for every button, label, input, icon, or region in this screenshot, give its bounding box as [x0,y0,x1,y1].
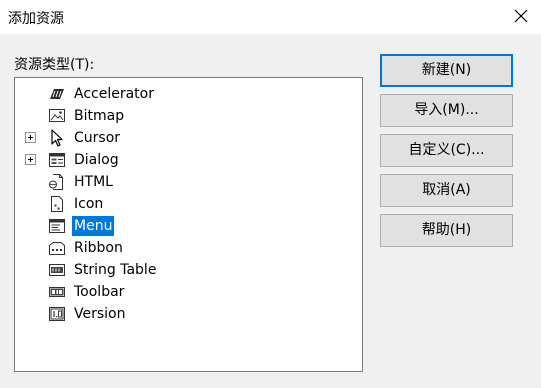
tree-item-cursor[interactable]: Cursor [15,127,362,149]
title-bar: 添加资源 [0,0,541,34]
tree-item-html[interactable]: HTML [15,171,362,193]
cancel-button[interactable]: 取消(A) [380,174,513,207]
resource-type-tree[interactable]: Accelerator Bitmap Cursor Dialog HTML Ic… [14,77,363,372]
tree-item-label: Bitmap [74,108,125,124]
resource-type-label: 资源类型(T): [14,57,95,73]
tree-item-label: Menu [70,215,116,237]
new-button[interactable]: 新建(N) [380,54,513,87]
close-button[interactable] [511,6,531,26]
import-button[interactable]: 导入(M)... [380,94,513,127]
string-table-icon [48,261,66,279]
tree-item-icon[interactable]: Icon [15,193,362,215]
expand-icon[interactable] [25,154,36,165]
tree-item-toolbar[interactable]: Toolbar [15,281,362,303]
html-icon [48,173,66,191]
tree-item-label: String Table [74,262,157,278]
cursor-icon [48,129,66,147]
tree-item-bitmap[interactable]: Bitmap [15,105,362,127]
menu-icon [48,217,66,235]
tree-item-label: Ribbon [74,240,123,256]
tree-item-label: Accelerator [74,86,154,102]
version-icon [48,305,66,323]
tree-item-label: HTML [74,174,113,190]
tree-item-dialog[interactable]: Dialog [15,149,362,171]
accelerator-icon [48,85,66,103]
tree-item-label: Version [74,306,126,322]
tree-item-accelerator[interactable]: Accelerator [15,83,362,105]
dialog-icon [48,151,66,169]
bitmap-icon [48,107,66,125]
tree-item-string-table[interactable]: String Table [15,259,362,281]
tree-item-ribbon[interactable]: Ribbon [15,237,362,259]
toolbar-icon [48,283,66,301]
tree-item-label: Cursor [74,130,121,146]
icon-resource-icon [48,195,66,213]
tree-item-label: Icon [74,196,104,212]
help-button[interactable]: 帮助(H) [380,214,513,247]
window-title: 添加资源 [8,11,64,27]
close-icon [514,9,528,23]
ribbon-icon [48,239,66,257]
dialog-client: 资源类型(T): Accelerator Bitmap Cursor Dialo… [0,34,541,388]
tree-item-version[interactable]: Version [15,303,362,325]
expand-icon[interactable] [25,132,36,143]
tree-item-label: Dialog [74,152,119,168]
custom-button[interactable]: 自定义(C)... [380,134,513,167]
tree-item-menu[interactable]: Menu [15,215,362,237]
tree-item-label: Toolbar [74,284,125,300]
